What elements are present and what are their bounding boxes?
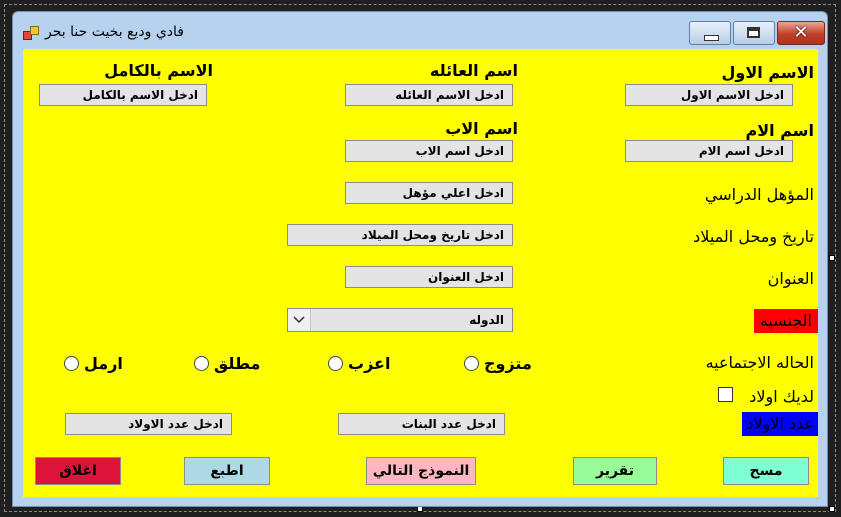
radio-married[interactable]: متزوج [463,353,543,375]
close-icon: ✕ [793,22,809,43]
radio-single-label: اعزب [348,354,391,373]
title-bar: فادي وديع بخيت حنا بحر ✕ [13,12,827,48]
app-icon [23,25,39,41]
resize-handle-right[interactable] [829,255,835,261]
family-name-input[interactable]: ادخل الاسم العائله [345,84,513,106]
label-mother-name: اسم الام [745,121,814,140]
radio-circle[interactable] [464,356,479,371]
resize-handle-corner[interactable] [829,506,835,512]
window-title: فادي وديع بخيت حنا بحر [45,24,185,40]
next-form-button[interactable]: النموذج التالي [366,457,476,485]
chevron-down-icon [293,316,305,324]
minimize-button[interactable] [689,21,731,45]
radio-circle[interactable] [64,356,79,371]
address-input[interactable]: ادخل العنوان [345,266,513,288]
label-family-name: اسم العائله [429,61,518,80]
birth-input[interactable]: ادخل تاريخ ومحل الميلاد [287,224,513,246]
report-button[interactable]: تقرير [573,457,657,485]
nationality-combobox[interactable]: الدوله [287,308,513,332]
maximize-icon [747,27,760,38]
radio-married-label: متزوج [484,354,532,373]
full-name-input[interactable]: ادخل الاسم بالكامل [39,84,207,106]
radio-widowed-label: ارمل [84,354,123,373]
print-button[interactable]: اطبع [184,457,270,485]
radio-circle[interactable] [328,356,343,371]
label-address: العنوان [767,269,814,288]
close-window-button[interactable]: ✕ [777,21,825,45]
radio-circle[interactable] [194,356,209,371]
form-client-area: الاسم الاول اسم العائله الاسم بالكامل اد… [23,49,818,497]
label-nationality: الجنسيه [753,309,818,333]
radio-single[interactable]: اعزب [327,353,397,375]
clear-button[interactable]: مسح [723,457,809,485]
has-children-checkbox[interactable] [718,387,733,402]
first-name-input[interactable]: ادخل الاسم الاول [625,84,793,106]
qualification-input[interactable]: ادخل اعلي مؤهل [345,182,513,204]
close-form-button[interactable]: اغلاق [35,457,121,485]
label-birth: تاريخ ومحل الميلاد [693,227,814,246]
minimize-icon [704,35,719,41]
label-qualification: المؤهل الدراسي [704,185,814,204]
label-full-name: الاسم بالكامل [104,61,213,80]
label-has-children: لديك اولاد [749,387,814,406]
maximize-button[interactable] [733,21,775,45]
label-children-count: عدد الاولاد [742,412,818,436]
daughters-count-input[interactable]: ادخل عدد البنات [338,413,505,435]
label-marital-status: الحاله الاجتماعيه [705,353,814,372]
label-father-name: اسم الاب [445,119,518,138]
radio-divorced[interactable]: مطلق [193,353,263,375]
sons-count-input[interactable]: ادخل عدد الاولاد [65,413,232,435]
father-name-input[interactable]: ادخل اسم الاب [345,140,513,162]
form-window: فادي وديع بخيت حنا بحر ✕ الاسم الاول اسم… [12,11,828,507]
nationality-selected-value: الدوله [469,313,504,327]
mother-name-input[interactable]: ادخل اسم الام [625,140,793,162]
radio-divorced-label: مطلق [214,354,261,373]
label-first-name: الاسم الاول [721,63,814,82]
radio-widowed[interactable]: ارمل [63,353,133,375]
combobox-dropdown-button[interactable] [288,309,311,331]
